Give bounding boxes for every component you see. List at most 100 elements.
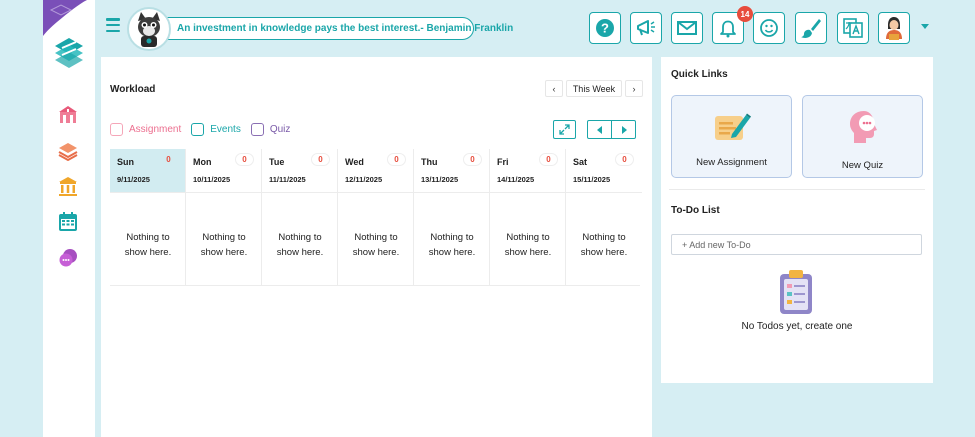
day-empty-message: Nothing to show here.	[338, 230, 414, 260]
expand-icon	[559, 124, 570, 135]
smiley-icon	[760, 19, 778, 37]
empty-line-2: show here.	[124, 247, 172, 258]
empty-line-1: Nothing to	[430, 232, 474, 243]
feedback-button[interactable]	[753, 12, 785, 44]
todo-empty-message: No Todos yet, create one	[741, 321, 853, 332]
add-todo-input[interactable]	[671, 234, 922, 255]
quiz-checkbox[interactable]	[250, 123, 264, 136]
day-column-thu[interactable]: Thu 0 13/11/2025 Nothing to show here.	[414, 149, 490, 286]
day-column-mon[interactable]: Mon 0 10/11/2025 Nothing to show here.	[186, 149, 262, 286]
announcements-button[interactable]	[630, 12, 662, 44]
day-name: Wed	[345, 157, 364, 167]
day-empty-message: Nothing to show here.	[490, 230, 566, 260]
calendar-icon[interactable]	[56, 210, 80, 234]
sidebar	[43, 0, 95, 437]
day-column-sat[interactable]: Sat 0 15/11/2025 Nothing to show here.	[566, 149, 642, 286]
day-name: Mon	[193, 157, 212, 167]
new-assignment-button[interactable]: New Assignment	[671, 95, 792, 178]
language-button[interactable]	[837, 12, 869, 44]
quick-links-card: Quick Links New Assignment New Quiz To-D…	[661, 57, 933, 383]
quiz-filter[interactable]: Quiz	[250, 123, 290, 136]
previous-week-button[interactable]: ‹	[545, 80, 563, 97]
day-column-wed[interactable]: Wed 0 12/11/2025 Nothing to show here.	[338, 149, 414, 286]
bell-icon	[720, 20, 736, 38]
day-name: Sun	[117, 157, 134, 167]
logo-icon[interactable]	[52, 34, 86, 75]
help-button[interactable]: ?	[589, 12, 621, 44]
day-header: Tue 0 11/11/2025	[262, 149, 337, 193]
workload-card: Workload ‹ This Week › Assignment Events…	[101, 57, 652, 437]
school-icon[interactable]	[56, 102, 80, 126]
events-filter-label: Events	[210, 124, 241, 135]
day-empty-message: Nothing to show here.	[186, 230, 262, 260]
profile-button[interactable]	[878, 12, 910, 44]
week-calendar: Sun 0 9/11/2025 Nothing to show here. Mon…	[110, 149, 642, 286]
theme-button[interactable]	[795, 12, 827, 44]
day-count-badge: 0	[463, 153, 482, 166]
empty-line-2: show here.	[580, 247, 628, 258]
day-name: Tue	[269, 157, 285, 167]
events-filter[interactable]: Events	[191, 123, 241, 136]
quote-banner: An investment in knowledge pays the best…	[157, 17, 513, 40]
day-date: 14/11/2025	[497, 175, 535, 184]
chevron-left-icon: ‹	[552, 83, 556, 94]
svg-text:?: ?	[601, 21, 609, 36]
pager-prev-button[interactable]	[588, 121, 612, 138]
translate-icon	[843, 18, 863, 38]
day-column-tue[interactable]: Tue 0 11/11/2025 Nothing to show here.	[262, 149, 338, 286]
empty-line-1: Nothing to	[354, 232, 398, 243]
day-header: Sat 0 15/11/2025	[566, 149, 642, 193]
day-count-badge: 0	[615, 153, 634, 166]
day-date: 10/11/2025	[193, 175, 231, 184]
day-column-fri[interactable]: Fri 0 14/11/2025 Nothing to show here.	[490, 149, 566, 286]
week-label[interactable]: This Week	[566, 80, 622, 97]
books-stack-icon[interactable]	[56, 138, 80, 162]
day-header: Mon 0 10/11/2025	[186, 149, 261, 193]
day-date: 13/11/2025	[421, 175, 459, 184]
clipboard-icon	[780, 270, 812, 314]
empty-line-2: show here.	[200, 247, 248, 258]
mail-icon	[677, 21, 697, 35]
assignment-checkbox[interactable]	[110, 123, 123, 136]
day-empty-message: Nothing to show here.	[566, 230, 642, 260]
chat-bubbles-icon[interactable]	[56, 246, 80, 270]
quick-links-title: Quick Links	[671, 69, 728, 80]
calendar-divider	[110, 285, 640, 286]
day-column-sun[interactable]: Sun 0 9/11/2025 Nothing to show here.	[110, 149, 186, 286]
empty-line-2: show here.	[428, 247, 476, 258]
profile-dropdown-caret[interactable]	[921, 24, 929, 29]
workload-filters: Assignment Events Quiz	[110, 123, 300, 136]
quote-text: An investment in knowledge pays the best…	[177, 23, 514, 34]
institution-icon[interactable]	[56, 174, 80, 198]
messages-button[interactable]	[671, 12, 703, 44]
day-count-badge: 0	[311, 153, 330, 166]
day-count-badge: 0	[387, 153, 406, 166]
empty-line-1: Nothing to	[202, 232, 246, 243]
day-date: 15/11/2025	[573, 175, 611, 184]
hamburger-bar	[106, 18, 120, 21]
new-quiz-button[interactable]: New Quiz	[802, 95, 923, 178]
empty-line-2: show here.	[276, 247, 324, 258]
day-header: Wed 0 12/11/2025	[338, 149, 413, 193]
help-icon: ?	[596, 19, 614, 37]
expand-button[interactable]	[553, 120, 576, 139]
section-divider	[669, 189, 925, 190]
megaphone-icon	[637, 20, 655, 36]
day-date: 9/11/2025	[117, 175, 150, 184]
empty-line-1: Nothing to	[582, 232, 626, 243]
day-header: Thu 0 13/11/2025	[414, 149, 489, 193]
menu-toggle-button[interactable]	[106, 18, 120, 32]
assignment-filter[interactable]: Assignment	[110, 123, 181, 136]
empty-line-1: Nothing to	[126, 232, 170, 243]
events-checkbox[interactable]	[191, 123, 205, 136]
paintbrush-icon	[801, 19, 821, 38]
assignment-filter-label: Assignment	[129, 124, 182, 135]
next-week-button[interactable]: ›	[625, 80, 643, 97]
pager-next-button[interactable]	[612, 121, 635, 138]
day-name: Thu	[421, 157, 438, 167]
day-name: Sat	[573, 157, 588, 167]
mascot-avatar	[127, 7, 171, 51]
day-count-badge: 0	[235, 153, 254, 166]
caret-left-icon	[596, 125, 602, 134]
caret-right-icon	[621, 125, 627, 134]
